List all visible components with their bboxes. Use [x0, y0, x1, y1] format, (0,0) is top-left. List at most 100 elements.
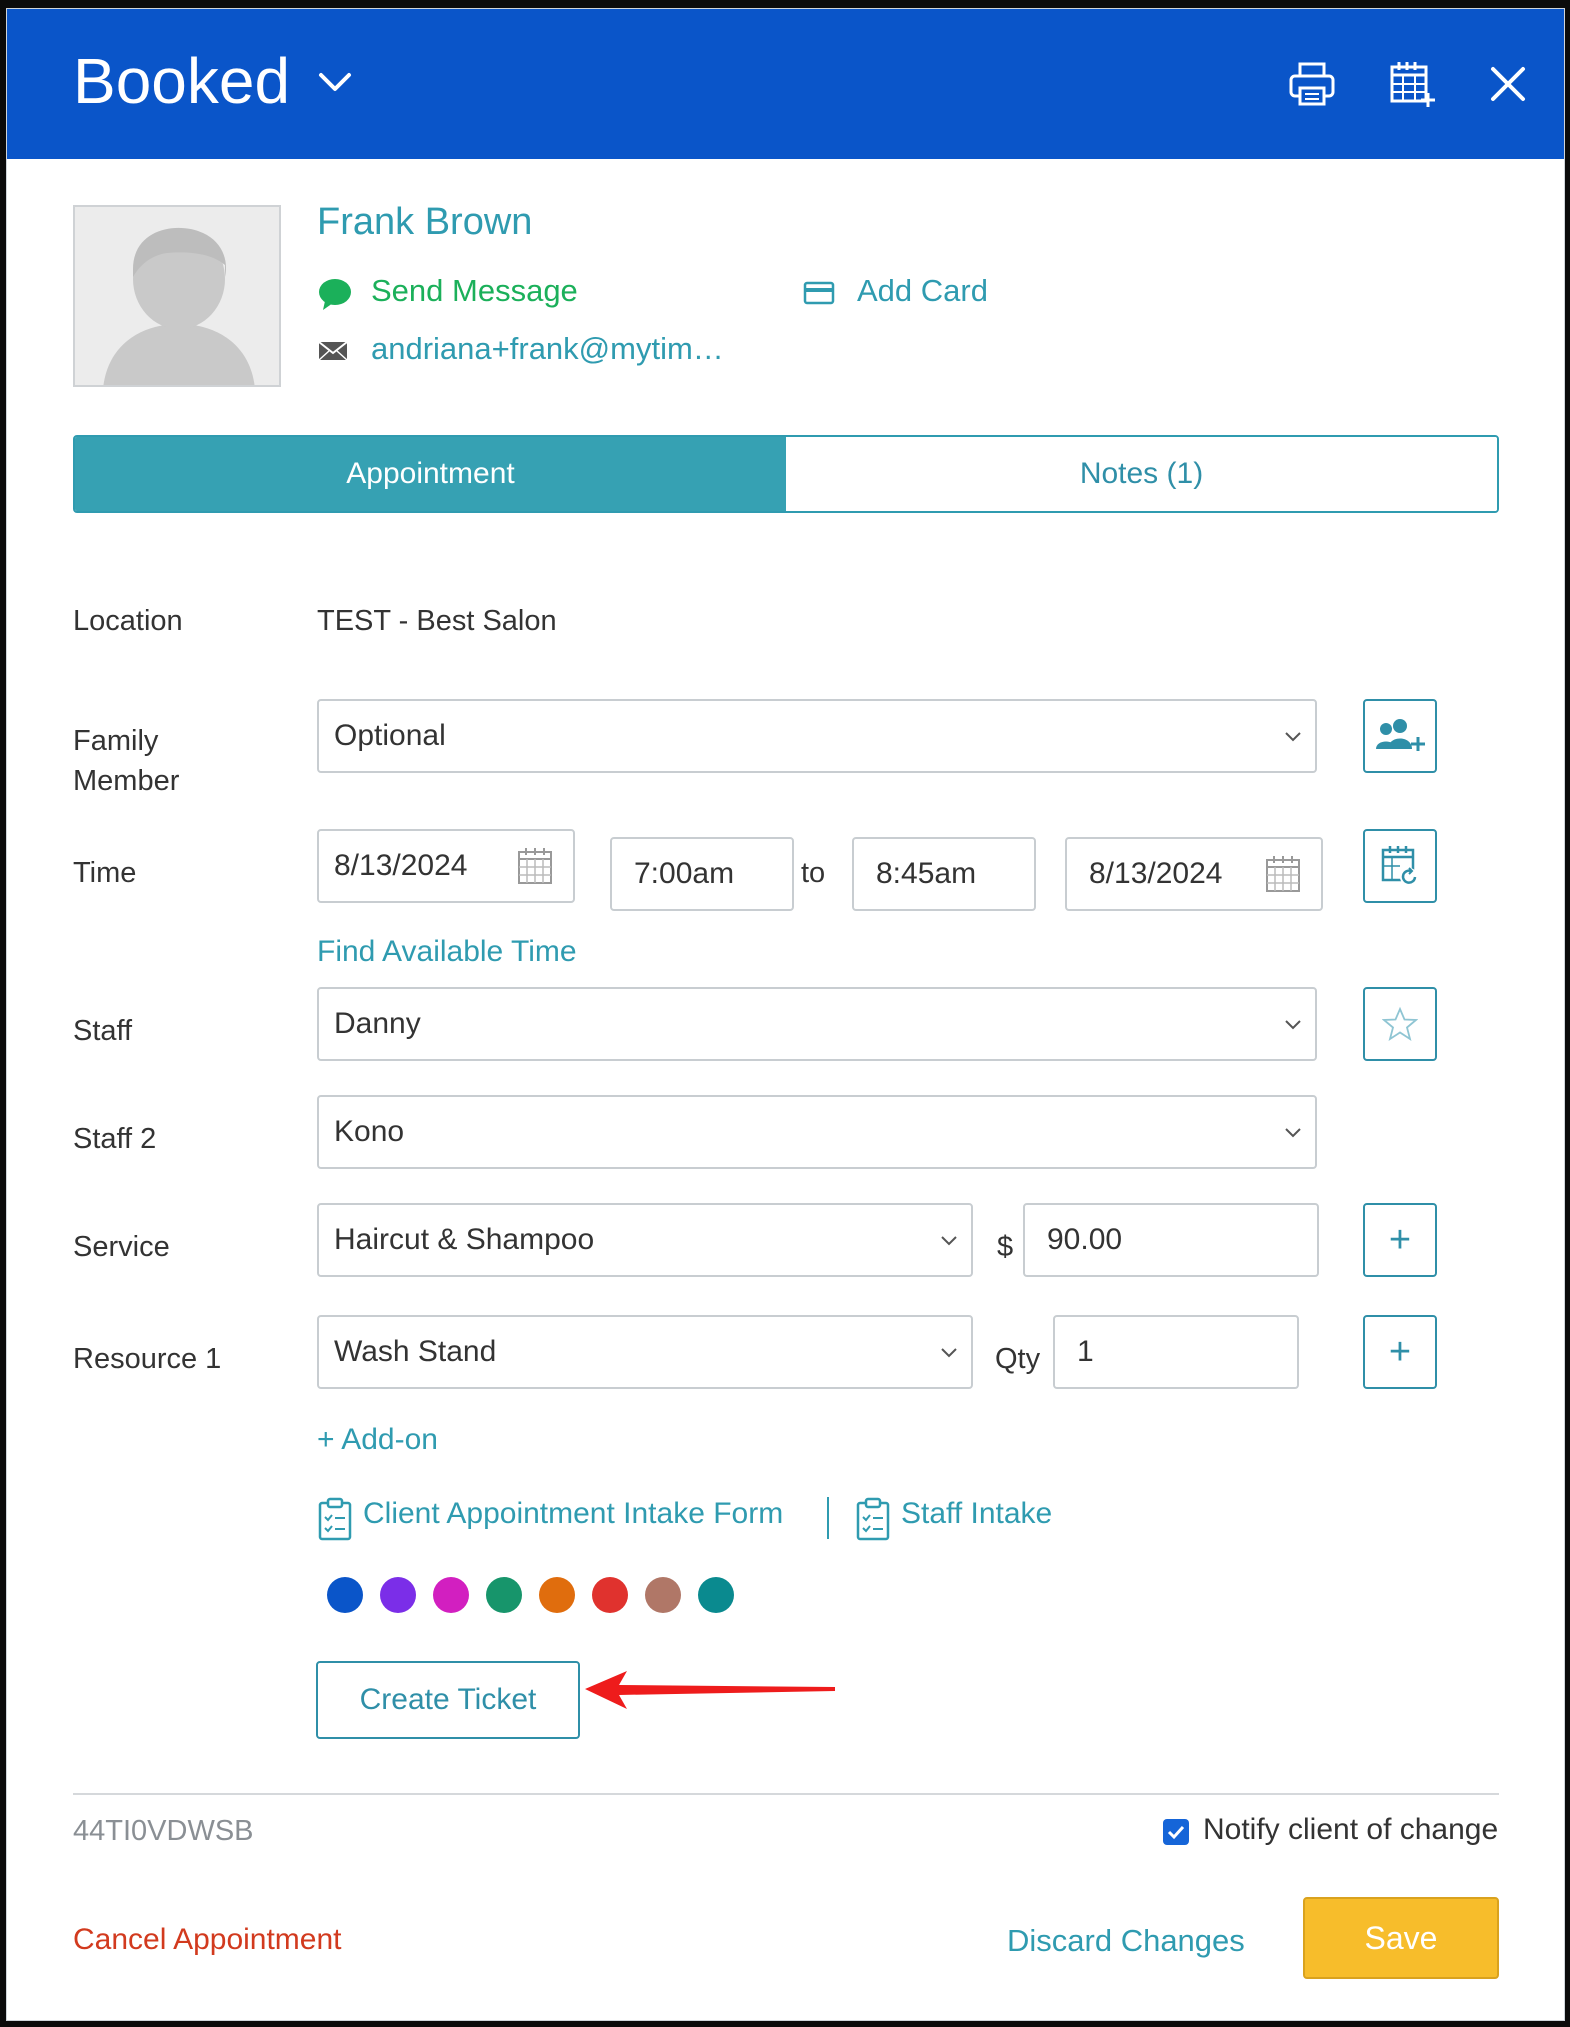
color-swatch-magenta[interactable]: [433, 1577, 469, 1613]
chat-bubble-icon: [319, 279, 351, 310]
start-date-field[interactable]: 8/13/2024: [317, 829, 575, 903]
appointment-modal: Booked Frank Brown Send Message Add Card…: [6, 8, 1565, 2021]
envelope-icon: [318, 341, 348, 361]
staff2-label: Staff 2: [73, 1123, 157, 1155]
chevron-down-icon: [1285, 1020, 1301, 1030]
price-input[interactable]: 90.00: [1023, 1203, 1319, 1277]
family-label-line-1: Family: [73, 725, 159, 757]
plus-icon: +: [1388, 1331, 1412, 1373]
create-ticket-button[interactable]: Create Ticket: [316, 1661, 580, 1739]
tab-notes[interactable]: Notes (1): [786, 437, 1497, 511]
resource-label: Resource 1: [73, 1343, 222, 1375]
resource-select[interactable]: Wash Stand: [317, 1315, 973, 1389]
client-intake-form-label: Client Appointment Intake Form: [363, 1497, 784, 1530]
tab-bar: Appointment Notes (1): [73, 435, 1499, 513]
calendar-icon[interactable]: [1265, 855, 1301, 893]
service-value: Haircut & Shampoo: [334, 1223, 595, 1256]
add-card-link[interactable]: Add Card: [803, 273, 1063, 313]
service-label: Service: [73, 1231, 170, 1263]
clipboard-check-icon: [318, 1497, 352, 1541]
add-resource-button[interactable]: +: [1363, 1315, 1437, 1389]
cancel-appointment-link[interactable]: Cancel Appointment: [73, 1923, 342, 1957]
end-time-value: 8:45am: [876, 857, 977, 890]
chevron-down-icon: [1285, 1128, 1301, 1138]
start-date-value: 8/13/2024: [334, 849, 468, 882]
recurring-appointment-button[interactable]: [1363, 829, 1437, 903]
plus-icon: +: [1388, 1219, 1412, 1261]
email-link[interactable]: andriana+frank@mytim…: [317, 331, 737, 371]
print-icon[interactable]: [1287, 59, 1337, 109]
color-swatch-orange[interactable]: [539, 1577, 575, 1613]
staff-label: Staff: [73, 1015, 133, 1047]
qty-input[interactable]: 1: [1053, 1315, 1299, 1389]
end-time-field[interactable]: 8:45am: [852, 837, 1036, 911]
color-swatch-blue[interactable]: [327, 1577, 363, 1613]
color-swatch-green[interactable]: [486, 1577, 522, 1613]
favorite-staff-button[interactable]: [1363, 987, 1437, 1061]
color-swatch-purple[interactable]: [380, 1577, 416, 1613]
to-label: to: [801, 857, 826, 889]
add-on-link[interactable]: + Add-on: [317, 1423, 438, 1457]
client-name[interactable]: Frank Brown: [317, 201, 532, 244]
staff-intake-link[interactable]: Staff Intake: [855, 1497, 1085, 1541]
chevron-down-icon: [941, 1236, 957, 1246]
service-select[interactable]: Haircut & Shampoo: [317, 1203, 973, 1277]
discard-changes-link[interactable]: Discard Changes: [1007, 1923, 1245, 1959]
family-label-line-2: Member: [73, 765, 180, 797]
clipboard-check-icon: [856, 1497, 890, 1541]
add-family-member-button[interactable]: [1363, 699, 1437, 773]
send-message-label: Send Message: [371, 273, 578, 308]
link-divider: [827, 1497, 829, 1539]
family-member-select[interactable]: Optional: [317, 699, 1317, 773]
family-member-label: Family Member: [73, 721, 179, 801]
check-icon: [1167, 1825, 1185, 1840]
staff-value: Danny: [334, 1007, 421, 1040]
email-label: andriana+frank@mytim…: [371, 331, 724, 366]
send-message-link[interactable]: Send Message: [317, 273, 617, 313]
color-swatch-brown[interactable]: [645, 1577, 681, 1613]
color-swatch-teal[interactable]: [698, 1577, 734, 1613]
staff-select[interactable]: Danny: [317, 987, 1317, 1061]
price-value: 90.00: [1047, 1223, 1123, 1256]
calendar-add-icon[interactable]: [1387, 59, 1437, 109]
currency-symbol: $: [997, 1231, 1014, 1263]
qty-value: 1: [1077, 1335, 1094, 1368]
start-time-value: 7:00am: [634, 857, 735, 890]
avatar-placeholder-icon: [75, 207, 279, 385]
location-label: Location: [73, 605, 183, 637]
notify-label: Notify client of change: [1203, 1813, 1499, 1846]
client-intake-form-link[interactable]: Client Appointment Intake Form: [317, 1497, 807, 1541]
annotation-arrow-icon: [585, 1671, 835, 1709]
save-button[interactable]: Save: [1303, 1897, 1499, 1979]
staff2-value: Kono: [334, 1115, 405, 1148]
calendar-icon[interactable]: [517, 847, 553, 885]
end-date-field[interactable]: 8/13/2024: [1065, 837, 1323, 911]
chevron-down-icon: [1285, 732, 1301, 742]
add-service-button[interactable]: +: [1363, 1203, 1437, 1277]
avatar: [73, 205, 281, 387]
tab-appointment[interactable]: Appointment: [75, 437, 786, 511]
booking-code: 44TI0VDWSB: [73, 1815, 254, 1847]
footer-divider: [73, 1793, 1499, 1795]
find-available-time-link[interactable]: Find Available Time: [317, 935, 577, 969]
resource-value: Wash Stand: [334, 1335, 497, 1368]
add-users-icon: [1376, 719, 1425, 751]
status-title[interactable]: Booked: [73, 49, 290, 113]
qty-label: Qty: [995, 1343, 1041, 1375]
checkbox[interactable]: [1163, 1819, 1189, 1845]
location-value: TEST - Best Salon: [317, 605, 557, 637]
start-time-field[interactable]: 7:00am: [610, 837, 794, 911]
staff-intake-label: Staff Intake: [901, 1497, 1053, 1530]
staff2-select[interactable]: Kono: [317, 1095, 1317, 1169]
chevron-down-icon: [941, 1348, 957, 1358]
star-icon: [1382, 1006, 1418, 1042]
time-label: Time: [73, 857, 137, 889]
modal-header: Booked: [7, 9, 1564, 159]
color-swatch-red[interactable]: [592, 1577, 628, 1613]
credit-card-icon: [803, 281, 835, 305]
family-member-value: Optional: [334, 719, 446, 752]
close-icon[interactable]: [1483, 59, 1533, 109]
calendar-repeat-icon: [1381, 846, 1418, 886]
add-card-label: Add Card: [857, 273, 988, 308]
chevron-down-icon[interactable]: [317, 71, 353, 93]
